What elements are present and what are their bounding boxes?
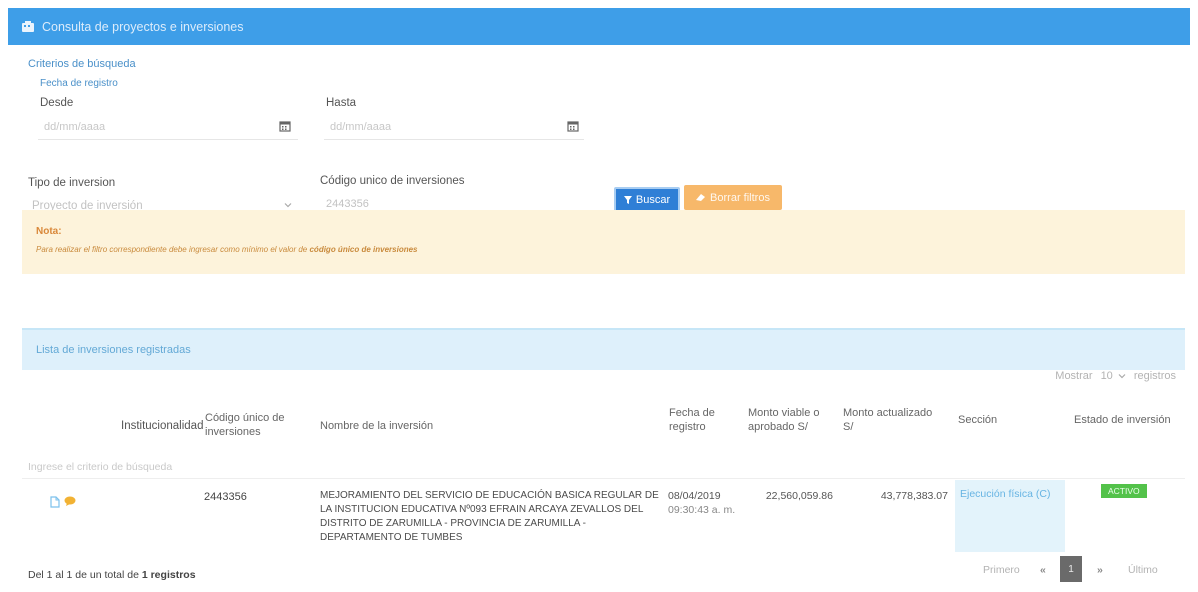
col-institucionalidad[interactable]: Institucionalidad: [121, 419, 203, 433]
code-label: Código unico de inversiones: [320, 175, 465, 187]
col-monto-viable[interactable]: Monto viable o aprobado S/: [748, 406, 833, 434]
divider: [22, 478, 1185, 479]
building-icon: [22, 21, 35, 32]
document-icon[interactable]: [50, 496, 60, 508]
col-monto-actualizado[interactable]: Monto actualizado S/: [843, 406, 943, 434]
section-link[interactable]: Ejecución física (C): [960, 488, 1050, 500]
to-date-input[interactable]: dd/mm/aaaa: [324, 114, 584, 140]
date-group-label: Fecha de registro: [40, 78, 118, 89]
page-length-control: Mostrar 10 registros: [1055, 370, 1176, 382]
note-box: Nota: Para realizar el filtro correspond…: [22, 210, 1185, 274]
row-monto-actualizado: 43,778,383.07: [880, 490, 948, 502]
col-codigo[interactable]: Código único de inversiones: [205, 411, 300, 439]
show-suffix: registros: [1133, 370, 1176, 382]
row-hora: 09:30:43 a. m.: [668, 504, 736, 516]
pager-next[interactable]: »: [1097, 556, 1103, 584]
table-info: Del 1 al 1 de un total de 1 registros: [28, 569, 196, 581]
search-button-label: Buscar: [635, 193, 671, 206]
show-label: Mostrar: [1055, 370, 1093, 382]
from-date-input[interactable]: dd/mm/aaaa: [38, 114, 298, 140]
table-search-input[interactable]: Ingrese el criterio de búsqueda: [28, 461, 172, 473]
page-title: Consulta de proyectos e inversiones: [42, 19, 244, 34]
row-fecha: 08/04/2019: [668, 490, 721, 502]
row-nombre: MEJORAMIENTO DEL SERVICIO DE EDUCACIÓN B…: [320, 490, 659, 543]
filter-icon: [623, 195, 632, 204]
calendar-icon[interactable]: [279, 120, 291, 132]
col-estado[interactable]: Estado de inversión: [1074, 413, 1171, 427]
clear-filters-label: Borrar filtros: [710, 191, 770, 204]
pager-current[interactable]: 1: [1060, 556, 1082, 582]
page-length-select[interactable]: 10: [1101, 370, 1126, 382]
search-button[interactable]: Buscar: [614, 187, 680, 212]
col-nombre[interactable]: Nombre de la inversión: [320, 419, 433, 433]
list-title: Lista de inversiones registradas: [36, 344, 191, 356]
pager-last[interactable]: Último: [1128, 556, 1158, 584]
pager-prev[interactable]: «: [1040, 556, 1046, 584]
to-label: Hasta: [326, 97, 357, 109]
col-fecha[interactable]: Fecha de registro: [669, 406, 729, 434]
row-monto-viable: 22,560,059.86: [765, 490, 833, 502]
eraser-icon: [696, 194, 706, 201]
from-label: Desde: [40, 97, 74, 109]
note-text: Para realizar el filtro correspondiente …: [36, 245, 418, 254]
criteria-title: Criterios de búsqueda: [28, 58, 136, 70]
col-seccion[interactable]: Sección: [958, 413, 997, 427]
pager-first[interactable]: Primero: [983, 556, 1020, 584]
panel-header: Consulta de proyectos e inversiones: [8, 8, 1190, 45]
row-codigo: 2443356: [204, 491, 247, 503]
chevron-down-icon: [1118, 374, 1126, 379]
calendar-icon[interactable]: [567, 120, 579, 132]
type-label: Tipo de inversion: [28, 177, 116, 189]
chevron-down-icon: [284, 203, 292, 208]
note-title: Nota:: [36, 226, 62, 237]
list-header: Lista de inversiones registradas: [22, 328, 1185, 370]
comment-icon[interactable]: [64, 496, 76, 507]
status-badge: ACTIVO: [1101, 484, 1147, 498]
clear-filters-button[interactable]: Borrar filtros: [684, 185, 782, 210]
